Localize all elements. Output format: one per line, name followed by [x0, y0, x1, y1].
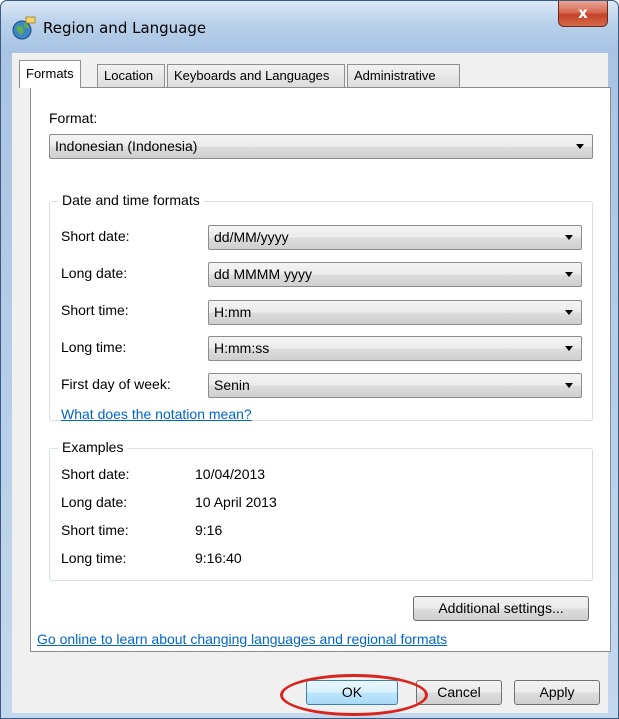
notation-help-link[interactable]: What does the notation mean?	[61, 406, 252, 422]
button-label: Apply	[539, 684, 575, 700]
tab-location[interactable]: Location	[97, 64, 165, 87]
long-time-dropdown[interactable]: H:mm:ss	[208, 336, 582, 361]
short-time-label: Short time:	[61, 302, 129, 318]
window-title: Region and Language	[43, 19, 207, 37]
example-short-date-value: 10/04/2013	[195, 466, 266, 482]
cancel-button[interactable]: Cancel	[416, 680, 502, 705]
example-long-time-value: 9:16:40	[195, 550, 242, 566]
additional-settings-button[interactable]: Additional settings...	[413, 596, 589, 621]
date-time-formats-group: Date and time formats Short date: dd/MM/…	[49, 192, 593, 422]
examples-group: Examples Short date: 10/04/2013 Long dat…	[49, 439, 593, 581]
long-date-label: Long date:	[61, 265, 128, 281]
chevron-down-icon	[576, 144, 584, 149]
tab-label: Keyboards and Languages	[174, 68, 330, 83]
chevron-down-icon	[565, 272, 573, 277]
format-dropdown[interactable]: Indonesian (Indonesia)	[49, 134, 593, 159]
format-value: Indonesian (Indonesia)	[55, 138, 198, 154]
long-time-label: Long time:	[61, 339, 127, 355]
close-icon: x	[578, 4, 588, 22]
tab-administrative[interactable]: Administrative	[347, 64, 460, 87]
long-date-value: dd MMMM yyyy	[214, 266, 312, 282]
tab-keyboards-and-languages[interactable]: Keyboards and Languages	[167, 64, 345, 87]
apply-button[interactable]: Apply	[514, 680, 600, 705]
example-long-date-label: Long date:	[61, 494, 128, 510]
short-date-value: dd/MM/yyyy	[214, 229, 289, 245]
button-label: Cancel	[437, 684, 481, 700]
globe-icon	[12, 16, 36, 40]
chevron-down-icon	[565, 310, 573, 315]
first-day-of-week-value: Senin	[214, 377, 250, 393]
example-short-time-label: Short time:	[61, 522, 129, 538]
formats-panel: Format: Indonesian (Indonesia) Date and …	[30, 87, 611, 652]
tab-label: Administrative	[354, 68, 436, 83]
short-date-dropdown[interactable]: dd/MM/yyyy	[208, 225, 582, 250]
ok-highlight-circle	[280, 674, 428, 716]
long-date-dropdown[interactable]: dd MMMM yyyy	[208, 262, 582, 287]
first-day-of-week-label: First day of week:	[61, 376, 171, 392]
chevron-down-icon	[565, 235, 573, 240]
example-long-time-label: Long time:	[61, 550, 127, 566]
button-label: Additional settings...	[438, 600, 564, 616]
long-time-value: H:mm:ss	[214, 340, 270, 356]
example-short-date-label: Short date:	[61, 466, 130, 482]
example-short-time-value: 9:16	[195, 522, 223, 538]
group-title: Date and time formats	[58, 192, 204, 208]
format-label: Format:	[49, 110, 98, 126]
close-button[interactable]: x	[558, 1, 608, 27]
chevron-down-icon	[565, 346, 573, 351]
group-title: Examples	[58, 439, 128, 455]
short-date-label: Short date:	[61, 228, 130, 244]
tab-formats[interactable]: Formats	[19, 60, 81, 88]
tab-label: Location	[104, 68, 154, 83]
short-time-dropdown[interactable]: H:mm	[208, 300, 582, 325]
tab-label: Formats	[26, 66, 74, 81]
online-help-link[interactable]: Go online to learn about changing langua…	[37, 631, 447, 647]
title-bar[interactable]: Region and Language x	[1, 1, 618, 53]
first-day-of-week-dropdown[interactable]: Senin	[208, 373, 582, 398]
short-time-value: H:mm	[214, 304, 252, 320]
chevron-down-icon	[565, 383, 573, 388]
example-long-date-value: 10 April 2013	[195, 494, 277, 510]
